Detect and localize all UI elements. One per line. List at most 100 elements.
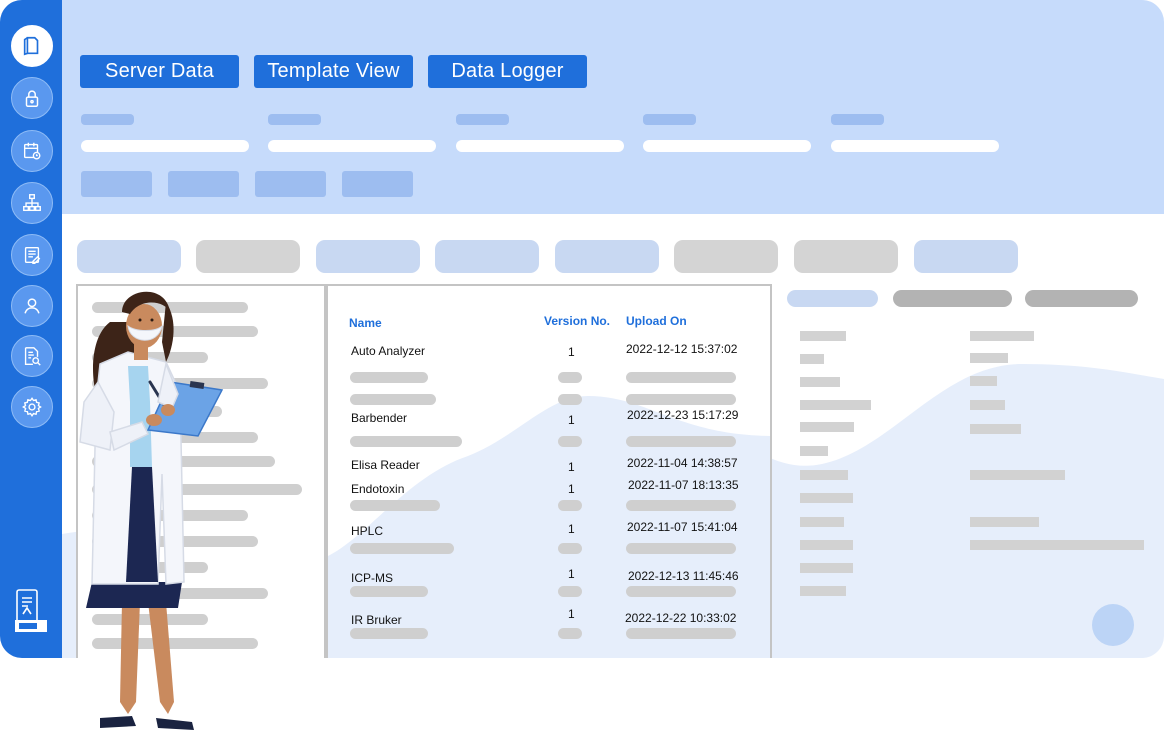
- field-input-placeholder[interactable]: [831, 140, 999, 152]
- search-document-icon[interactable]: [11, 335, 53, 377]
- detail-placeholder: [800, 540, 853, 550]
- row-placeholder: [558, 543, 582, 554]
- row-placeholder: [558, 372, 582, 383]
- tab-data-logger[interactable]: Data Logger: [428, 55, 587, 88]
- detail-placeholder: [970, 400, 1005, 410]
- detail-placeholder: [970, 517, 1039, 527]
- right-panel-header[interactable]: [1025, 290, 1138, 307]
- detail-placeholder: [970, 540, 1144, 550]
- category-pill[interactable]: [914, 240, 1018, 273]
- row-placeholder: [350, 372, 428, 383]
- column-header-version[interactable]: Version No.: [544, 314, 610, 328]
- row-name[interactable]: Endotoxin: [351, 482, 404, 496]
- report-icon[interactable]: [11, 234, 53, 276]
- row-name[interactable]: Barbender: [351, 411, 407, 425]
- row-version: 1: [568, 607, 575, 621]
- row-placeholder: [558, 394, 582, 405]
- documents-icon[interactable]: [11, 25, 53, 67]
- row-upload-date: 2022-12-23 15:17:29: [627, 408, 739, 422]
- row-placeholder: [350, 394, 436, 405]
- field-input-placeholder[interactable]: [643, 140, 811, 152]
- filter-chip-placeholder[interactable]: [255, 171, 326, 197]
- floating-action-button[interactable]: [1092, 604, 1134, 646]
- row-upload-date: 2022-11-04 14:38:57: [627, 456, 738, 470]
- filter-chip-placeholder[interactable]: [342, 171, 413, 197]
- row-name[interactable]: Auto Analyzer: [351, 344, 425, 358]
- row-placeholder: [626, 586, 736, 597]
- user-icon[interactable]: [11, 285, 53, 327]
- row-placeholder: [626, 628, 736, 639]
- row-placeholder: [626, 500, 736, 511]
- stage: Server Data Template View Data Logger Na…: [0, 0, 1164, 730]
- detail-placeholder: [800, 586, 846, 596]
- row-placeholder: [626, 543, 736, 554]
- row-placeholder: [350, 628, 428, 639]
- field-label-placeholder: [81, 114, 134, 125]
- detail-placeholder: [800, 400, 871, 410]
- category-pill[interactable]: [674, 240, 778, 273]
- right-panel-header[interactable]: [787, 290, 878, 307]
- tab-template-view[interactable]: Template View: [254, 55, 413, 88]
- detail-placeholder: [970, 376, 997, 386]
- row-placeholder: [350, 586, 428, 597]
- lock-icon[interactable]: [11, 77, 53, 119]
- category-pill[interactable]: [316, 240, 420, 273]
- row-name[interactable]: IR Bruker: [351, 613, 402, 627]
- data-table-panel: Name Version No. Upload On Auto Analyzer…: [326, 284, 772, 658]
- row-name[interactable]: ICP-MS: [351, 571, 393, 585]
- category-pill[interactable]: [435, 240, 539, 273]
- row-version: 1: [568, 413, 575, 427]
- mobile-document-icon[interactable]: [13, 588, 49, 634]
- right-panel-header[interactable]: [893, 290, 1012, 307]
- field-label-placeholder: [268, 114, 321, 125]
- column-header-upload[interactable]: Upload On: [626, 314, 687, 328]
- row-upload-date: 2022-11-07 15:41:04: [627, 520, 738, 534]
- row-placeholder: [350, 436, 462, 447]
- detail-placeholder: [800, 470, 848, 480]
- row-version: 1: [568, 482, 575, 496]
- calendar-clock-icon[interactable]: [11, 130, 53, 172]
- row-version: 1: [568, 460, 575, 474]
- row-placeholder: [350, 543, 454, 554]
- category-pill[interactable]: [196, 240, 300, 273]
- row-placeholder: [626, 436, 736, 447]
- detail-placeholder: [800, 354, 824, 364]
- filter-chip-placeholder[interactable]: [81, 171, 152, 197]
- field-input-placeholder[interactable]: [81, 140, 249, 152]
- detail-placeholder: [800, 446, 828, 456]
- detail-placeholder: [800, 563, 853, 573]
- row-version: 1: [568, 522, 575, 536]
- row-placeholder: [558, 436, 582, 447]
- row-version: 1: [568, 567, 575, 581]
- category-pill[interactable]: [794, 240, 898, 273]
- row-name[interactable]: HPLC: [351, 524, 383, 538]
- org-chart-icon[interactable]: [11, 182, 53, 224]
- row-placeholder: [350, 500, 440, 511]
- detail-placeholder: [800, 377, 840, 387]
- row-placeholder: [626, 372, 736, 383]
- field-label-placeholder: [643, 114, 696, 125]
- detail-placeholder: [970, 470, 1065, 480]
- row-upload-date: 2022-11-07 18:13:35: [628, 478, 739, 492]
- detail-placeholder: [970, 424, 1021, 434]
- field-label-placeholder: [456, 114, 509, 125]
- row-placeholder: [558, 586, 582, 597]
- row-name[interactable]: Elisa Reader: [351, 458, 420, 472]
- detail-placeholder: [800, 517, 844, 527]
- field-label-placeholder: [831, 114, 884, 125]
- detail-placeholder: [970, 331, 1034, 341]
- filter-chip-placeholder[interactable]: [168, 171, 239, 197]
- sidebar: [0, 0, 62, 658]
- tab-server-data[interactable]: Server Data: [80, 55, 239, 88]
- row-placeholder: [626, 394, 736, 405]
- row-placeholder: [558, 500, 582, 511]
- settings-icon[interactable]: [11, 386, 53, 428]
- doctor-illustration: [79, 291, 224, 730]
- field-input-placeholder[interactable]: [268, 140, 436, 152]
- category-pill[interactable]: [555, 240, 659, 273]
- category-pill[interactable]: [77, 240, 181, 273]
- row-upload-date: 2022-12-22 10:33:02: [625, 611, 737, 625]
- column-header-name[interactable]: Name: [349, 316, 382, 330]
- detail-placeholder: [800, 422, 854, 432]
- field-input-placeholder[interactable]: [456, 140, 624, 152]
